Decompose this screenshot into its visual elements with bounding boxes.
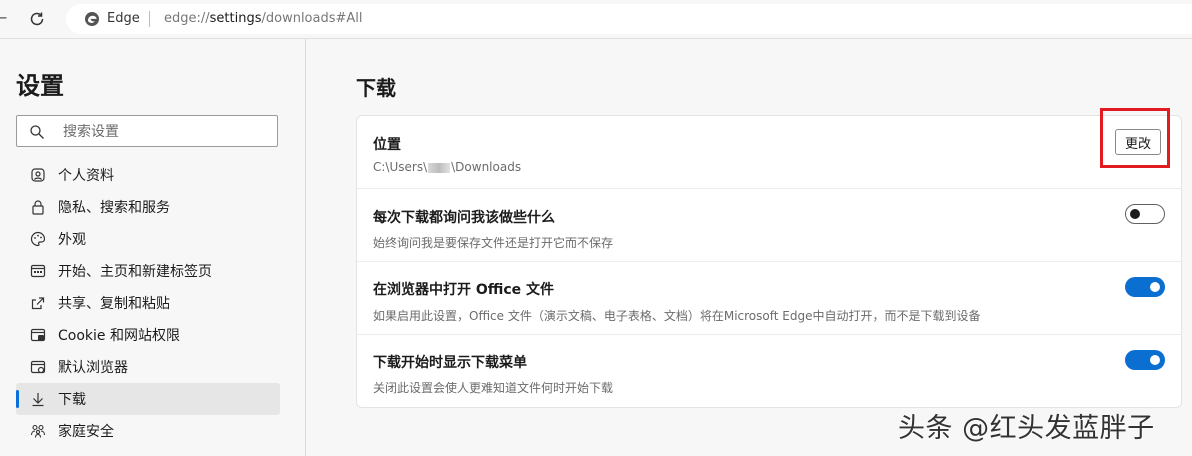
sidebar-item-label: 个人资料 xyxy=(58,168,114,184)
sidebar-item-appearance[interactable]: 外观 xyxy=(16,223,280,255)
sidebar-title: 设置 xyxy=(16,72,64,100)
palette-icon xyxy=(30,231,46,247)
new-tab-icon xyxy=(30,263,46,279)
settings-sidebar: 设置 个人资料 隐私、搜索和服务 外观 xyxy=(0,39,306,456)
setting-row-ask-each-download: 每次下载都询问我该做些什么 始终询问我是要保存文件还是打开它而不保存 xyxy=(357,189,1181,262)
refresh-icon xyxy=(30,12,44,26)
address-bar[interactable]: Edge edge://settings/downloads#All xyxy=(66,4,1192,34)
setting-title: 在浏览器中打开 Office 文件 xyxy=(373,282,555,298)
url-text[interactable]: edge://settings/downloads#All xyxy=(164,11,363,27)
search-input[interactable] xyxy=(61,121,265,143)
sidebar-item-share-copy-paste[interactable]: 共享、复制和粘贴 xyxy=(16,287,280,319)
download-icon xyxy=(30,391,46,407)
lock-icon xyxy=(30,199,46,215)
change-location-button[interactable]: 更改 xyxy=(1115,129,1161,155)
setting-description: 始终询问我是要保存文件还是打开它而不保存 xyxy=(373,236,614,250)
location-path: C:\Users\ \Downloads xyxy=(373,160,521,174)
sidebar-item-label: 开始、主页和新建标签页 xyxy=(58,264,212,280)
edge-logo-icon xyxy=(85,12,99,26)
page-title: 下载 xyxy=(356,76,396,100)
setting-description: 如果启用此设置，Office 文件（演示文稿、电子表格、文档）将在Microso… xyxy=(373,309,981,323)
toggle-knob xyxy=(1150,355,1160,365)
sidebar-item-label: 下载 xyxy=(58,392,86,408)
sidebar-item-label: 共享、复制和粘贴 xyxy=(58,296,170,312)
sidebar-item-label: 家庭安全 xyxy=(58,424,114,440)
browser-name: Edge xyxy=(107,11,140,26)
setting-row-show-downloads-menu: 下载开始时显示下载菜单 关闭此设置会使人更难知道文件何时开始下载 xyxy=(357,335,1181,407)
browser-toolbar: ← Edge edge://settings/downloads#All xyxy=(0,0,1192,39)
setting-title: 下载开始时显示下载菜单 xyxy=(373,355,527,371)
downloads-settings-card: 位置 C:\Users\ \Downloads 更改 每次下载都询问我该做些什么 … xyxy=(356,115,1182,408)
setting-row-open-office-files: 在浏览器中打开 Office 文件 如果启用此设置，Office 文件（演示文稿… xyxy=(357,262,1181,335)
browser-icon xyxy=(30,359,46,375)
sidebar-item-default-browser[interactable]: 默认浏览器 xyxy=(16,351,280,383)
setting-description: 关闭此设置会使人更难知道文件何时开始下载 xyxy=(373,381,614,395)
address-separator xyxy=(149,11,150,27)
toggle-knob xyxy=(1130,209,1140,219)
refresh-button[interactable] xyxy=(26,8,48,30)
url-path: /downloads#All xyxy=(261,11,363,26)
location-title: 位置 xyxy=(373,137,401,153)
sidebar-item-label: 外观 xyxy=(58,232,86,248)
sidebar-item-cookies-site-permissions[interactable]: Cookie 和网站权限 xyxy=(16,319,280,351)
path-prefix: C:\Users\ xyxy=(373,160,428,174)
site-permissions-icon xyxy=(30,327,46,343)
sidebar-nav: 个人资料 隐私、搜索和服务 外观 开始、主页和新建标签页 共享、复制和粘贴 Co… xyxy=(16,159,280,447)
back-arrow-icon[interactable]: ← xyxy=(0,10,8,26)
search-icon xyxy=(30,125,44,139)
sidebar-item-privacy[interactable]: 隐私、搜索和服务 xyxy=(16,191,280,223)
share-icon xyxy=(30,295,46,311)
setting-title: 每次下载都询问我该做些什么 xyxy=(373,210,555,226)
sidebar-item-family-safety[interactable]: 家庭安全 xyxy=(16,415,280,447)
path-suffix: \Downloads xyxy=(451,160,522,174)
show-downloads-menu-toggle[interactable] xyxy=(1125,350,1165,370)
ask-each-download-toggle[interactable] xyxy=(1125,204,1165,224)
watermark-text: 头条 @红头发蓝胖子 xyxy=(898,413,1155,444)
toggle-knob xyxy=(1150,282,1160,292)
url-host: settings xyxy=(209,11,262,26)
family-icon xyxy=(30,423,46,439)
sidebar-item-label: 默认浏览器 xyxy=(58,360,128,376)
settings-main: 下载 位置 C:\Users\ \Downloads 更改 每次下载都询问我该做些… xyxy=(306,39,1192,456)
search-box[interactable] xyxy=(16,115,278,147)
sidebar-item-profile[interactable]: 个人资料 xyxy=(16,159,280,191)
location-row: 位置 C:\Users\ \Downloads 更改 xyxy=(357,116,1181,189)
sidebar-item-start-home-newtab[interactable]: 开始、主页和新建标签页 xyxy=(16,255,280,287)
sidebar-item-label: Cookie 和网站权限 xyxy=(58,328,180,344)
sidebar-item-label: 隐私、搜索和服务 xyxy=(58,200,170,216)
url-prefix: edge:// xyxy=(164,11,210,26)
open-office-files-toggle[interactable] xyxy=(1125,277,1165,297)
sidebar-item-downloads[interactable]: 下载 xyxy=(16,383,280,415)
redacted-username xyxy=(428,162,451,173)
profile-icon xyxy=(30,167,46,183)
